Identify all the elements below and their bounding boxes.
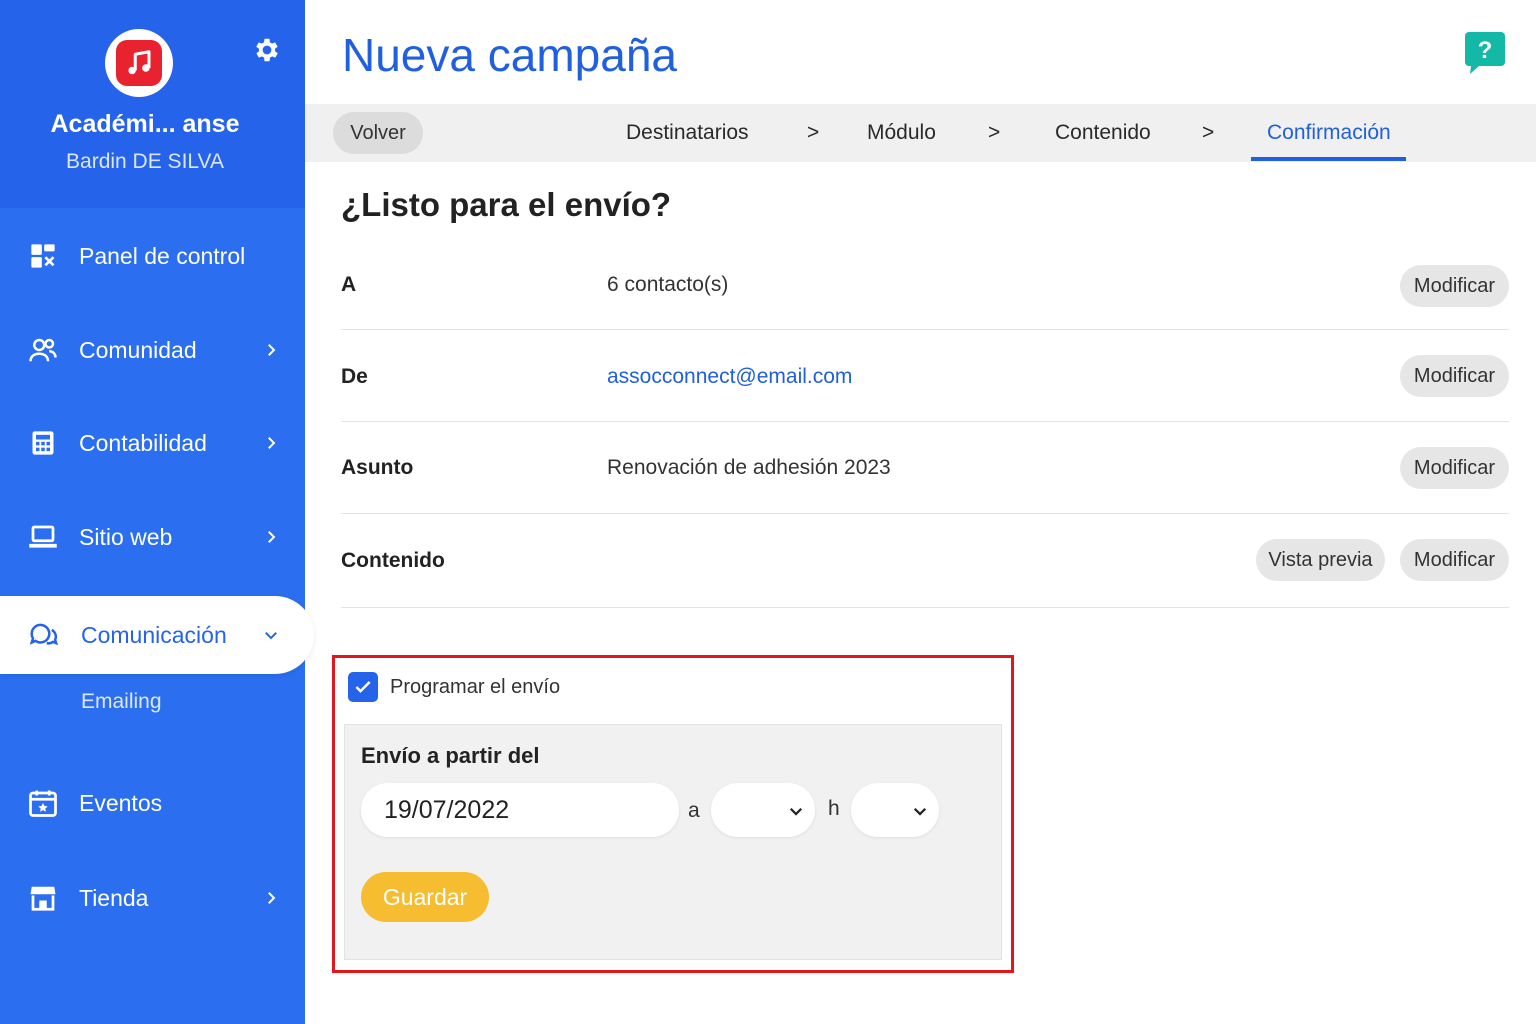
summary-row-from: De assocconnect@email.com Modificar	[341, 330, 1509, 422]
sidebar-item-label: Panel de control	[79, 242, 246, 269]
minute-select[interactable]	[851, 783, 939, 837]
summary-row-content: Contenido Vista previa Modificar	[341, 514, 1509, 608]
sidebar-item-label: Contabilidad	[79, 429, 207, 456]
step-separator: >	[807, 121, 820, 144]
sidebar-item-store[interactable]: Tienda	[0, 868, 305, 928]
modify-sender-button[interactable]: Modificar	[1400, 355, 1509, 397]
calendar-icon	[28, 788, 58, 818]
sidebar-item-website[interactable]: Sitio web	[0, 507, 305, 567]
sidebar-item-label: Comunicación	[81, 621, 227, 648]
back-button[interactable]: Volver	[333, 112, 423, 154]
step-content[interactable]: Contenido	[1055, 121, 1151, 145]
hour-unit-label: h	[828, 797, 840, 820]
row-label: Asunto	[341, 456, 414, 479]
sidebar-item-label: Comunidad	[79, 336, 197, 363]
main-content: Nueva campaña ? Volver Destinatarios > M…	[305, 0, 1536, 1024]
row-value: Renovación de adhesión 2023	[607, 456, 891, 479]
settings-gear-icon[interactable]	[252, 35, 282, 65]
schedule-panel-title: Envío a partir del	[361, 743, 540, 768]
row-label: De	[341, 365, 368, 388]
help-chat-icon[interactable]: ?	[1463, 30, 1507, 74]
organization-logo[interactable]	[105, 29, 173, 97]
hour-select[interactable]	[711, 783, 815, 837]
modify-content-button[interactable]: Modificar	[1400, 539, 1509, 581]
chat-bubbles-icon	[28, 620, 58, 650]
sidebar-item-label: Tienda	[79, 884, 149, 911]
chevron-down-icon	[913, 807, 927, 816]
calculator-icon	[28, 428, 58, 458]
laptop-icon	[28, 522, 58, 552]
section-title: ¿Listo para el envío?	[341, 186, 672, 223]
step-separator: >	[988, 121, 1001, 144]
schedule-checkbox[interactable]	[348, 672, 378, 702]
modify-subject-button[interactable]: Modificar	[1400, 447, 1509, 489]
sidebar-item-accounting[interactable]: Contabilidad	[0, 413, 305, 473]
organization-name: Académi... anse	[50, 110, 240, 138]
summary-row-to: A 6 contacto(s) Modificar	[341, 238, 1509, 330]
row-label: Contenido	[341, 549, 445, 572]
schedule-checkbox-label[interactable]: Programar el envío	[390, 676, 560, 699]
step-confirmation[interactable]: Confirmación	[1267, 121, 1391, 145]
sidebar-item-label: Sitio web	[79, 523, 173, 550]
chevron-down-icon	[789, 807, 803, 816]
dashboard-icon	[28, 241, 58, 271]
schedule-section: Programar el envío Envío a partir del a …	[332, 655, 1014, 973]
campaign-stepper: Volver Destinatarios > Módulo > Contenid…	[305, 104, 1536, 162]
save-button[interactable]: Guardar	[361, 872, 489, 922]
store-icon	[28, 883, 58, 913]
checkmark-icon	[355, 681, 371, 693]
chevron-right-icon	[268, 344, 276, 356]
users-icon	[28, 335, 58, 365]
chevron-right-icon	[268, 531, 276, 543]
step-recipients[interactable]: Destinatarios	[626, 121, 749, 145]
sidebar-item-community[interactable]: Comunidad	[0, 320, 305, 380]
sidebar-subitem-emailing[interactable]: Emailing	[81, 690, 162, 714]
step-module[interactable]: Módulo	[867, 121, 936, 145]
summary-row-subject: Asunto Renovación de adhesión 2023 Modif…	[341, 422, 1509, 514]
chevron-right-icon	[268, 437, 276, 449]
row-label: A	[341, 273, 357, 296]
active-step-indicator	[1251, 157, 1406, 161]
sidebar-item-events[interactable]: Eventos	[0, 773, 305, 833]
sidebar: Académi... anse Bardin DE SILVA Panel de…	[0, 0, 314, 1024]
chevron-right-icon	[268, 892, 276, 904]
row-value: 6 contacto(s)	[607, 273, 729, 296]
sidebar-header: Académi... anse Bardin DE SILVA	[0, 0, 305, 208]
schedule-panel: Envío a partir del a h Guardar	[344, 724, 1002, 960]
step-separator: >	[1202, 121, 1215, 144]
time-separator-label: a	[688, 799, 700, 822]
user-name: Bardin DE SILVA	[66, 150, 224, 173]
page-title: Nueva campaña	[342, 29, 677, 81]
sidebar-item-dashboard[interactable]: Panel de control	[0, 226, 305, 286]
chevron-down-icon	[265, 632, 277, 640]
modify-recipients-button[interactable]: Modificar	[1400, 265, 1509, 307]
help-symbol: ?	[1478, 37, 1493, 64]
sidebar-item-communication[interactable]: Comunicación	[0, 596, 314, 674]
sender-email-link[interactable]: assocconnect@email.com	[607, 365, 852, 389]
preview-button[interactable]: Vista previa	[1256, 539, 1385, 581]
date-input[interactable]	[361, 783, 679, 837]
sidebar-item-label: Eventos	[79, 789, 163, 816]
music-note-icon	[116, 40, 162, 86]
